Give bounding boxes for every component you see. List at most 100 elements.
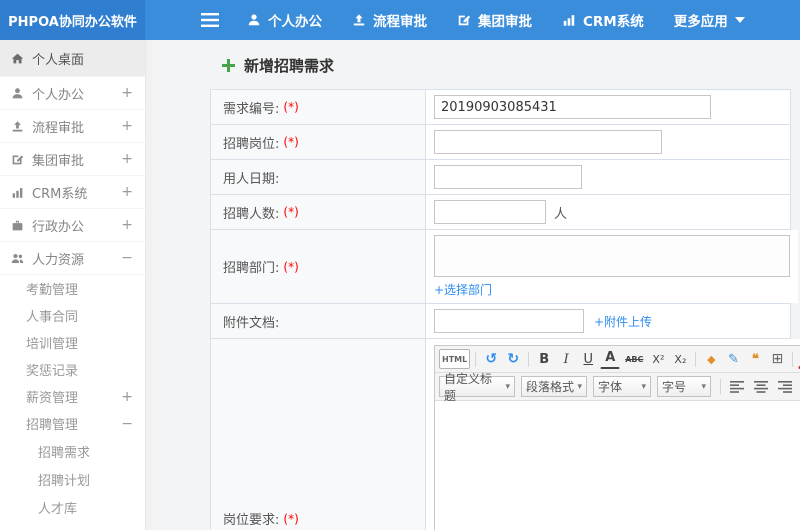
required-mark: (*): [283, 511, 299, 526]
custom-title-select[interactable]: 自定义标题 ▾: [439, 372, 515, 403]
sidebar-item-recruit-plan[interactable]: 招聘计划: [0, 465, 145, 493]
toolbar-separator: [792, 351, 794, 367]
edit-icon: [457, 13, 471, 27]
sidebar-item-talent-pool[interactable]: 人才库: [0, 493, 145, 521]
headcount-input[interactable]: [434, 200, 546, 224]
attachment-upload-link[interactable]: +附件上传: [594, 313, 652, 330]
sidebar-item-salary-mgmt[interactable]: 薪资管理 +: [0, 383, 145, 410]
nav-group-approval[interactable]: 集团审批: [457, 10, 532, 30]
paragraph-format-select[interactable]: 段落格式 ▾: [521, 376, 587, 397]
undo-button[interactable]: ↺: [481, 349, 501, 369]
subscript-button[interactable]: X₂: [670, 349, 690, 369]
chart-icon: [11, 186, 24, 199]
sidebar-item-label: 薪资管理: [26, 391, 79, 406]
sidebar-item-recruit-mgmt[interactable]: 招聘管理 −: [0, 410, 145, 437]
person-icon: [11, 87, 24, 100]
bold-button[interactable]: B: [534, 349, 554, 369]
headcount-unit-label: 人: [554, 206, 568, 222]
expand-toggle-icon: +: [121, 85, 133, 101]
field-label-cell: 招聘部门: (*): [211, 230, 426, 303]
chart-icon: [562, 13, 576, 27]
nav-crm-system[interactable]: CRM系统: [562, 10, 644, 30]
sidebar-item-label: 人力资源: [32, 252, 85, 268]
field-value-cell: 人: [426, 195, 790, 229]
field-label: 用人日期:: [223, 171, 280, 187]
caret-down-icon: ▾: [505, 381, 510, 392]
align-center-icon[interactable]: [750, 377, 772, 397]
sidebar-item-label: CRM系统: [32, 186, 88, 202]
required-mark: (*): [283, 135, 299, 149]
sidebar-item-recruit-request[interactable]: 招聘需求: [0, 437, 145, 465]
page-title: 新增招聘需求: [244, 57, 335, 75]
sidebar-item-attendance-mgmt[interactable]: 考勤管理: [0, 275, 145, 302]
form-row-date: 用人日期:: [211, 160, 790, 195]
hr-icon: [11, 252, 24, 265]
office-icon: [11, 219, 24, 232]
nav-workflow-approval[interactable]: 流程审批: [352, 10, 427, 30]
sidebar-item-personnel-contract[interactable]: 人事合同: [0, 302, 145, 329]
sidebar-item-personal-office[interactable]: 个人办公 +: [0, 77, 145, 110]
request-code-input[interactable]: [434, 95, 711, 119]
sidebar-item-label: 招聘管理: [26, 418, 79, 433]
sidebar-item-group-approval[interactable]: 集团审批 +: [0, 143, 145, 176]
table-button[interactable]: ⊞: [767, 349, 787, 369]
toolbar-separator: [720, 379, 721, 394]
sidebar-scrollbar[interactable]: [145, 40, 152, 530]
sidebar: 个人桌面 个人办公 + 流程审批 + 集团审批 + CRM系统 + 行政办公 +: [0, 40, 145, 530]
collapse-toggle-icon: −: [121, 250, 133, 266]
field-value-cell: [426, 90, 790, 124]
recruitment-request-form: 需求编号: (*) 招聘岗位: (*) 用人日期:: [210, 89, 800, 530]
editor-content-area[interactable]: [435, 401, 800, 530]
underline-button[interactable]: U: [578, 349, 598, 369]
format-brush-button[interactable]: ✎: [723, 349, 743, 369]
main-content: 新增招聘需求 需求编号: (*) 招聘岗位: (*) 用人: [153, 40, 800, 530]
sidebar-item-admin-office[interactable]: 行政办公 +: [0, 209, 145, 242]
form-row-attachment: 附件文档: +附件上传: [211, 304, 790, 339]
strikethrough-button[interactable]: ABC: [622, 349, 646, 369]
sidebar-item-human-resources[interactable]: 人力资源 −: [0, 242, 145, 275]
field-value-cell: [426, 160, 790, 194]
sidebar-item-label: 人才库: [38, 501, 78, 517]
font-size-select[interactable]: 字号 ▾: [657, 376, 711, 397]
sidebar-item-crm-system[interactable]: CRM系统 +: [0, 176, 145, 209]
underline-style-button[interactable]: A: [600, 349, 621, 369]
select-department-link[interactable]: +选择部门: [434, 281, 492, 298]
department-textarea[interactable]: [434, 235, 790, 277]
sidebar-item-training-mgmt[interactable]: 培训管理: [0, 329, 145, 356]
select-label: 段落格式: [526, 380, 575, 394]
form-row-position: 招聘岗位: (*): [211, 125, 790, 160]
position-input[interactable]: [434, 130, 662, 154]
attachment-input[interactable]: [434, 309, 584, 333]
align-left-icon[interactable]: [726, 377, 748, 397]
field-value-cell: [426, 125, 790, 159]
nav-more-apps[interactable]: 更多应用: [674, 10, 745, 30]
sidebar-item-reward-punishment[interactable]: 奖惩记录: [0, 356, 145, 383]
sidebar-item-workflow-approval[interactable]: 流程审批 +: [0, 110, 145, 143]
toolbar-separator: [695, 351, 697, 367]
nav-personal-office[interactable]: 个人办公: [247, 10, 322, 30]
redo-button[interactable]: ↻: [503, 349, 523, 369]
html-source-button[interactable]: HTML: [439, 349, 471, 369]
nav-label: 集团审批: [478, 14, 532, 30]
field-label: 附件文档:: [223, 315, 280, 331]
flow-icon: [11, 120, 24, 133]
form-row-headcount: 招聘人数: (*) 人: [211, 195, 790, 230]
field-label-cell: 需求编号: (*): [211, 90, 426, 124]
align-right-icon[interactable]: [774, 377, 796, 397]
menu-icon[interactable]: [201, 13, 219, 27]
font-family-select[interactable]: 字体 ▾: [593, 376, 651, 397]
home-icon: [11, 52, 24, 65]
eraser-button[interactable]: ◆: [701, 349, 721, 369]
blockquote-button[interactable]: ❝: [745, 349, 765, 369]
select-label: 自定义标题: [444, 371, 493, 403]
select-label: 字体: [598, 380, 623, 394]
field-label: 需求编号:: [223, 101, 280, 117]
sidebar-item-label: 行政办公: [32, 219, 85, 235]
field-label-cell: 招聘岗位: (*): [211, 125, 426, 159]
hire-date-input[interactable]: [434, 165, 582, 189]
superscript-button[interactable]: X²: [648, 349, 668, 369]
italic-button[interactable]: I: [556, 349, 576, 369]
editor-toolbar-row2: 自定义标题 ▾ 段落格式 ▾ 字体 ▾ 字号 ▾: [435, 372, 800, 403]
flow-icon: [352, 13, 366, 27]
sidebar-item-personal-desktop[interactable]: 个人桌面: [0, 40, 145, 77]
